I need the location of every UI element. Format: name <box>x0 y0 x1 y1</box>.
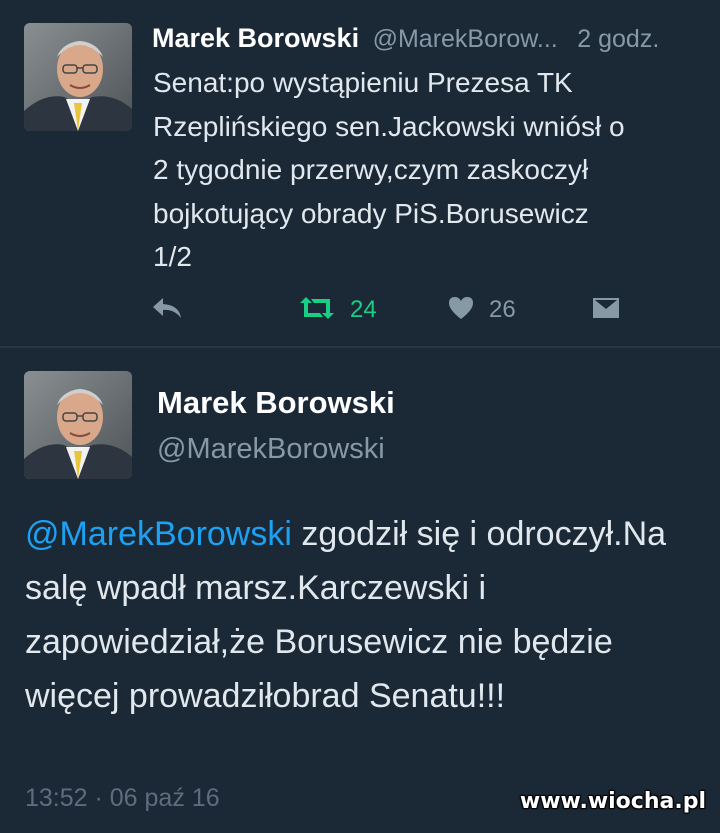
tweet-1[interactable]: Marek Borowski @MarekBorow... 2 godz. Se… <box>0 0 720 346</box>
tweet-time: 2 godz. <box>577 25 660 53</box>
tweet-divider <box>0 346 720 348</box>
author-name[interactable]: Marek Borowski <box>157 385 395 421</box>
watermark: www.wiocha.pl <box>519 789 706 814</box>
author-handle[interactable]: @MarekBorowski <box>157 433 385 466</box>
tweet-text: @MarekBorowski zgodził się i odroczył.Na… <box>25 507 705 723</box>
reply-button[interactable] <box>150 292 184 328</box>
like-count: 26 <box>489 296 516 323</box>
retweet-count: 24 <box>350 296 377 323</box>
author-handle[interactable]: @MarekBorow... <box>373 25 558 53</box>
tweet-header: Marek Borowski @MarekBorow... 2 godz. <box>152 20 659 57</box>
retweet-icon <box>298 295 336 326</box>
direct-message-icon <box>591 295 621 326</box>
avatar[interactable] <box>24 23 132 131</box>
tweet-actions: 24 26 <box>0 292 720 328</box>
heart-icon <box>447 295 475 326</box>
reply-icon <box>150 295 184 326</box>
mention-link[interactable]: @MarekBorowski <box>25 515 292 553</box>
tweet-timestamp: 13:52 · 06 paź 16 <box>25 784 220 812</box>
direct-message-button[interactable] <box>591 292 621 328</box>
retweet-button[interactable]: 24 <box>298 292 377 328</box>
like-button[interactable]: 26 <box>447 292 516 328</box>
tweet-text: Senat:po wystąpieniu Prezesa TK Rzeplińs… <box>153 67 625 272</box>
avatar[interactable] <box>24 371 132 479</box>
author-name[interactable]: Marek Borowski <box>152 23 359 53</box>
